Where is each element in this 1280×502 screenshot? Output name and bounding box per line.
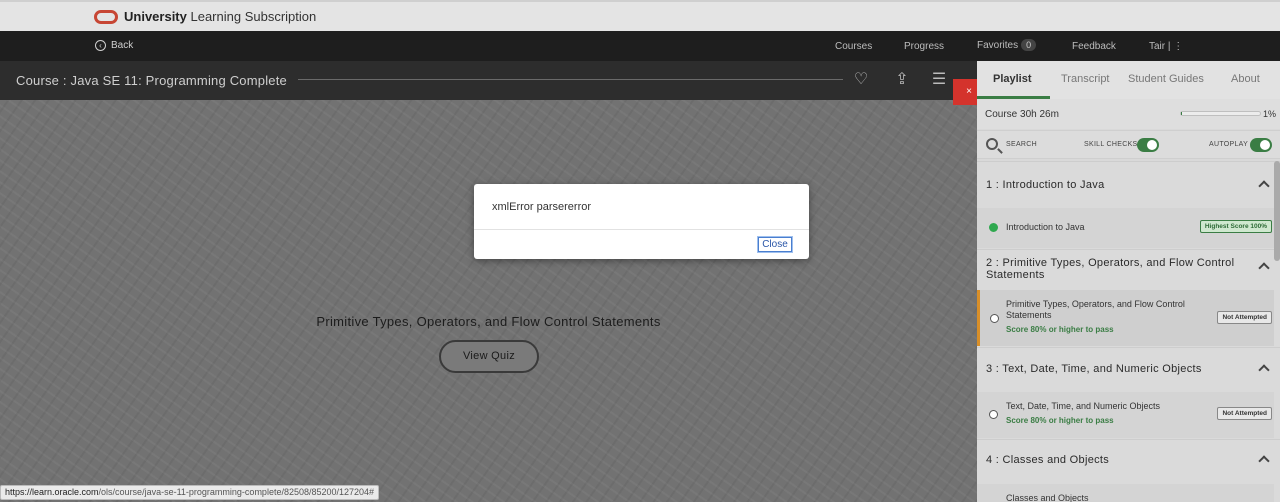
section-title[interactable]: 1 : Introduction to Java bbox=[986, 179, 1105, 191]
chevron-up-icon[interactable] bbox=[1258, 455, 1270, 467]
course-length: Course 30h 26m bbox=[985, 109, 1059, 120]
section-3: 3 : Text, Date, Time, and Numeric Object… bbox=[977, 347, 1280, 439]
brand-name-bold: University bbox=[124, 9, 187, 24]
item-pass-requirement: Score 80% or higher to pass bbox=[1006, 416, 1114, 425]
list-item[interactable]: Introduction to Java Highest Score 100% bbox=[977, 208, 1274, 248]
heart-icon[interactable]: ♡ bbox=[852, 71, 870, 89]
item-pass-requirement: Score 80% or higher to pass bbox=[1006, 325, 1114, 334]
playlist-menu-icon[interactable]: ☰ bbox=[930, 71, 948, 89]
tab-playlist[interactable]: Playlist bbox=[993, 73, 1032, 85]
nav-courses[interactable]: Courses bbox=[835, 41, 872, 52]
tab-student-guides[interactable]: Student Guides bbox=[1128, 73, 1204, 85]
section-1: 1 : Introduction to Java Introduction to… bbox=[977, 161, 1280, 249]
item-title: Classes and Objects bbox=[1006, 493, 1089, 502]
dialog-divider bbox=[474, 229, 809, 230]
skill-checks-toggle[interactable] bbox=[1137, 138, 1159, 152]
score-badge: Highest Score 100% bbox=[1199, 220, 1272, 233]
nav-progress[interactable]: Progress bbox=[904, 41, 944, 52]
course-progress-fill bbox=[1181, 112, 1182, 115]
search-label[interactable]: SEARCH bbox=[1006, 141, 1037, 148]
course-progress-line bbox=[298, 79, 843, 80]
item-title: Introduction to Java bbox=[1006, 222, 1085, 232]
chevron-up-icon[interactable] bbox=[1258, 262, 1270, 274]
favorites-count-badge: 0 bbox=[1021, 39, 1037, 51]
view-quiz-button[interactable]: View Quiz bbox=[439, 340, 539, 373]
status-badge: Not Attempted bbox=[1217, 311, 1272, 324]
back-button[interactable]: ‹ Back bbox=[95, 40, 133, 51]
back-label: Back bbox=[111, 40, 134, 51]
autoplay-toggle[interactable] bbox=[1250, 138, 1272, 152]
section-2: 2 : Primitive Types, Operators, and Flow… bbox=[977, 249, 1280, 347]
course-header: Course : Java SE 11: Programming Complet… bbox=[0, 61, 977, 100]
chevron-up-icon[interactable] bbox=[1258, 364, 1270, 376]
back-arrow-icon: ‹ bbox=[95, 40, 106, 51]
link-status-bar: https://learn.oracle.com/ols/course/java… bbox=[0, 485, 380, 500]
panel-tabs: Playlist Transcript Student Guides About bbox=[977, 61, 1280, 99]
course-progress-row: Course 30h 26m 1% bbox=[977, 99, 1280, 129]
not-started-status-icon bbox=[989, 410, 998, 419]
user-menu[interactable]: Tair | ⋮ bbox=[1149, 41, 1183, 52]
completed-status-icon bbox=[989, 223, 998, 232]
item-title: Primitive Types, Operators, and Flow Con… bbox=[1006, 299, 1185, 320]
list-item-current[interactable]: Primitive Types, Operators, and Flow Con… bbox=[977, 290, 1274, 346]
dialog-close-button[interactable]: Close bbox=[757, 236, 793, 253]
section-title[interactable]: 4 : Classes and Objects bbox=[986, 454, 1109, 466]
playlist-controls: SEARCH SKILL CHECKS AUTOPLAY bbox=[977, 130, 1280, 159]
autoplay-label: AUTOPLAY bbox=[1209, 141, 1249, 148]
section-title[interactable]: 3 : Text, Date, Time, and Numeric Object… bbox=[986, 363, 1202, 375]
nav-favorites-label: Favorites bbox=[977, 40, 1019, 51]
brand-logo-link[interactable]: University Learning Subscription bbox=[94, 9, 316, 24]
search-icon[interactable] bbox=[986, 138, 998, 150]
side-panel: Playlist Transcript Student Guides About… bbox=[977, 61, 1280, 502]
status-url-path: /ols/course/java-se-11-programming-compl… bbox=[98, 487, 375, 497]
course-title: Course : Java SE 11: Programming Complet… bbox=[16, 73, 287, 88]
not-started-status-icon bbox=[990, 314, 999, 323]
tab-about[interactable]: About bbox=[1231, 73, 1260, 85]
status-badge: Not Attempted bbox=[1217, 407, 1272, 420]
list-item[interactable]: Text, Date, Time, and Numeric Objects Sc… bbox=[977, 392, 1274, 438]
nav-bar: ‹ Back Courses Progress Favorites 0 Feedb… bbox=[0, 31, 1280, 61]
course-progress-percent: 1% bbox=[1263, 109, 1277, 119]
top-brand-bar: University Learning Subscription bbox=[0, 0, 1280, 31]
item-title: Text, Date, Time, and Numeric Objects bbox=[1006, 401, 1161, 411]
share-icon[interactable]: ⇪ bbox=[893, 71, 911, 89]
quiz-title: Primitive Types, Operators, and Flow Con… bbox=[316, 314, 661, 329]
course-progress-bar bbox=[1180, 111, 1261, 116]
chevron-up-icon[interactable] bbox=[1258, 180, 1270, 192]
section-title[interactable]: 2 : Primitive Types, Operators, and Flow… bbox=[986, 257, 1246, 281]
section-4: 4 : Classes and Objects Classes and Obje… bbox=[977, 439, 1280, 502]
brand-name-rest: Learning Subscription bbox=[186, 9, 317, 24]
skill-checks-label: SKILL CHECKS bbox=[1084, 141, 1138, 148]
status-url-host: https://learn.oracle.com bbox=[5, 487, 99, 497]
tab-transcript[interactable]: Transcript bbox=[1061, 73, 1110, 85]
nav-favorites[interactable]: Favorites 0 bbox=[977, 39, 1037, 51]
panel-scrollbar[interactable] bbox=[1274, 161, 1280, 261]
list-item[interactable]: Classes and Objects bbox=[977, 484, 1274, 502]
error-dialog: xmlError parsererror Close bbox=[474, 184, 809, 259]
nav-feedback[interactable]: Feedback bbox=[1072, 41, 1116, 52]
dialog-message: xmlError parsererror bbox=[492, 201, 592, 213]
oracle-logo-icon bbox=[94, 9, 118, 24]
content-stage: Primitive Types, Operators, and Flow Con… bbox=[0, 100, 977, 502]
